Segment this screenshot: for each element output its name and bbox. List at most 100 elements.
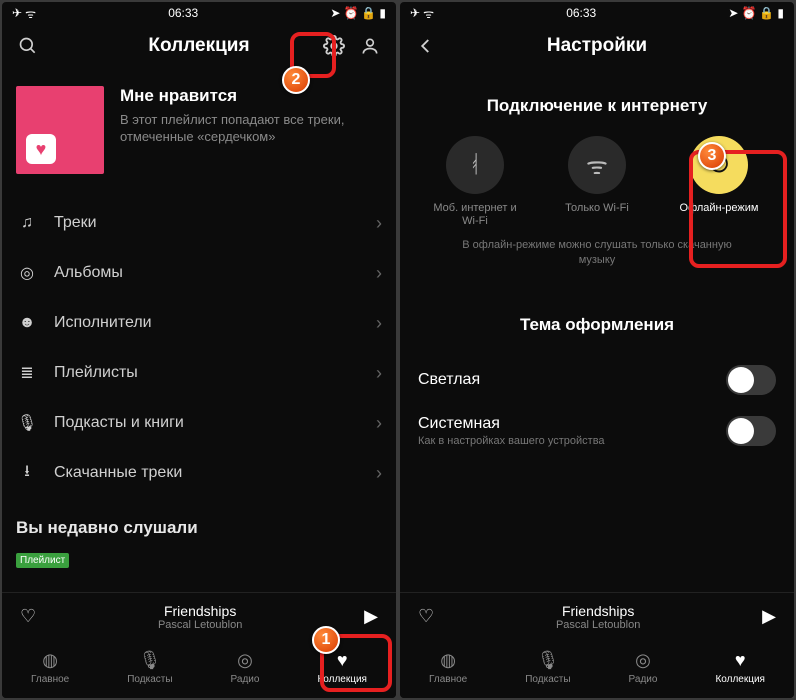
tab-icon: 🎙 bbox=[536, 650, 559, 672]
connection-icon: ⏻ bbox=[690, 136, 748, 194]
menu-item-подкасты-и-книги[interactable]: 🎙 Подкасты и книги › bbox=[16, 398, 382, 448]
likes-subtitle: В этот плейлист попадают все треки, отме… bbox=[120, 112, 360, 146]
menu-label: Исполнители bbox=[54, 314, 360, 332]
tab-bar: ◍ Главное 🎙 Подкасты ◎ Радио ♥ Коллекция bbox=[400, 640, 794, 698]
tab-icon: ◎ bbox=[237, 650, 253, 672]
tab-радио[interactable]: ◎ Радио bbox=[231, 650, 260, 685]
alarm-icon: ⏰ bbox=[741, 6, 756, 20]
tab-label: Коллекция bbox=[715, 674, 765, 685]
connection-icon: ᚮ bbox=[446, 136, 504, 194]
tab-коллекция[interactable]: ♥ Коллекция bbox=[715, 650, 765, 685]
connection-label: Моб. интернет и Wi-Fi bbox=[425, 202, 525, 228]
tab-label: Коллекция bbox=[317, 674, 367, 685]
theme-label: Светлая bbox=[418, 371, 480, 389]
wifi-icon: ᯤ bbox=[423, 5, 434, 22]
screen-settings: ✈ ᯤ 06:33 ➤ ⏰ 🔒 ▮ Настройки Подключение … bbox=[400, 2, 794, 698]
menu-item-плейлисты[interactable]: ≣ Плейлисты › bbox=[16, 348, 382, 398]
tab-label: Подкасты bbox=[127, 674, 172, 685]
heart-icon: ♥ bbox=[26, 134, 56, 164]
section-theme-title: Тема оформления bbox=[414, 315, 780, 335]
tab-icon: ♥ bbox=[735, 650, 746, 672]
battery-icon: ▮ bbox=[777, 6, 784, 20]
tab-icon: ◍ bbox=[440, 650, 456, 672]
np-like-button[interactable]: ♡ bbox=[418, 606, 434, 627]
back-button[interactable] bbox=[412, 32, 440, 60]
tab-icon: ♥ bbox=[337, 650, 348, 672]
theme-sub: Как в настройках вашего устройства bbox=[418, 435, 605, 447]
status-time: 06:33 bbox=[566, 6, 596, 20]
np-play-button[interactable]: ▶ bbox=[364, 606, 378, 627]
connection-option[interactable]: ᯤ Только Wi-Fi bbox=[547, 136, 647, 228]
screen-collection: ✈ ᯤ 06:33 ➤ ⏰ 🔒 ▮ Коллекция bbox=[2, 2, 396, 698]
page-title: Коллекция bbox=[148, 35, 249, 57]
theme-option[interactable]: Системная Как в настройках вашего устройс… bbox=[414, 405, 780, 457]
menu-icon: 🎙 bbox=[16, 413, 38, 433]
tab-icon: ◍ bbox=[42, 650, 58, 672]
wifi-icon: ᯤ bbox=[25, 5, 36, 22]
recent-title: Вы недавно слушали bbox=[16, 518, 382, 538]
likes-playlist-card[interactable]: ♥ Мне нравится В этот плейлист попадают … bbox=[16, 86, 382, 174]
menu-item-исполнители[interactable]: ☻ Исполнители › bbox=[16, 298, 382, 348]
connection-label: Офлайн-режим bbox=[680, 202, 759, 215]
tab-label: Главное bbox=[31, 674, 69, 685]
page-title: Настройки bbox=[547, 35, 647, 57]
chevron-right-icon: › bbox=[376, 263, 382, 284]
menu-label: Альбомы bbox=[54, 264, 360, 282]
np-play-button[interactable]: ▶ bbox=[762, 606, 776, 627]
np-artist: Pascal Letoublon bbox=[448, 619, 748, 631]
chevron-right-icon: › bbox=[376, 463, 382, 484]
settings-button[interactable] bbox=[320, 32, 348, 60]
status-time: 06:33 bbox=[168, 6, 198, 20]
battery-icon: ▮ bbox=[379, 6, 386, 20]
toggle-switch[interactable] bbox=[726, 365, 776, 395]
menu-icon: ☻ bbox=[16, 314, 38, 332]
header: Коллекция bbox=[2, 24, 396, 68]
chevron-right-icon: › bbox=[376, 363, 382, 384]
menu-item-альбомы[interactable]: ◎ Альбомы › bbox=[16, 248, 382, 298]
alarm-icon: ⏰ bbox=[343, 6, 358, 20]
menu-icon: ≣ bbox=[16, 363, 38, 383]
connection-label: Только Wi-Fi bbox=[565, 202, 629, 215]
tab-label: Подкасты bbox=[525, 674, 570, 685]
connection-option[interactable]: ⏻ Офлайн-режим bbox=[669, 136, 769, 228]
tab-label: Главное bbox=[429, 674, 467, 685]
np-artist: Pascal Letoublon bbox=[50, 619, 350, 631]
airplane-icon: ✈ bbox=[12, 6, 22, 20]
menu-label: Подкасты и книги bbox=[54, 414, 360, 432]
menu-item-скачанные-треки[interactable]: ⭳ Скачанные треки › bbox=[16, 448, 382, 498]
tab-icon: ◎ bbox=[635, 650, 651, 672]
recent-chip[interactable]: Плейлист bbox=[16, 553, 69, 568]
menu-label: Скачанные треки bbox=[54, 464, 360, 482]
tab-label: Радио bbox=[629, 674, 658, 685]
tab-подкасты[interactable]: 🎙 Подкасты bbox=[525, 650, 570, 685]
status-bar: ✈ ᯤ 06:33 ➤ ⏰ 🔒 ▮ bbox=[2, 2, 396, 24]
theme-option[interactable]: Светлая bbox=[414, 355, 780, 405]
status-bar: ✈ ᯤ 06:33 ➤ ⏰ 🔒 ▮ bbox=[400, 2, 794, 24]
now-playing-bar[interactable]: ♡ Friendships Pascal Letoublon ▶ bbox=[400, 592, 794, 640]
connection-option[interactable]: ᚮ Моб. интернет и Wi-Fi bbox=[425, 136, 525, 228]
tab-подкасты[interactable]: 🎙 Подкасты bbox=[127, 650, 172, 685]
likes-artwork: ♥ bbox=[16, 86, 104, 174]
theme-label: Системная bbox=[418, 415, 605, 433]
chevron-right-icon: › bbox=[376, 213, 382, 234]
lock-icon: 🔒 bbox=[361, 6, 376, 20]
tab-главное[interactable]: ◍ Главное bbox=[429, 650, 467, 685]
tab-bar: ◍ Главное 🎙 Подкасты ◎ Радио ♥ Коллекция bbox=[2, 640, 396, 698]
menu-label: Треки bbox=[54, 214, 360, 232]
tab-icon: 🎙 bbox=[138, 650, 161, 672]
now-playing-bar[interactable]: ♡ Friendships Pascal Letoublon ▶ bbox=[2, 592, 396, 640]
location-icon: ➤ bbox=[728, 6, 738, 20]
menu-icon: ♫ bbox=[16, 214, 38, 232]
tab-коллекция[interactable]: ♥ Коллекция bbox=[317, 650, 367, 685]
profile-button[interactable] bbox=[356, 32, 384, 60]
tab-главное[interactable]: ◍ Главное bbox=[31, 650, 69, 685]
search-button[interactable] bbox=[14, 32, 42, 60]
connection-note: В офлайн-режиме можно слушать только ска… bbox=[444, 238, 750, 267]
section-connection-title: Подключение к интернету bbox=[414, 96, 780, 116]
np-track: Friendships bbox=[448, 603, 748, 619]
menu-item-треки[interactable]: ♫ Треки › bbox=[16, 198, 382, 248]
chevron-right-icon: › bbox=[376, 413, 382, 434]
toggle-switch[interactable] bbox=[726, 416, 776, 446]
tab-радио[interactable]: ◎ Радио bbox=[629, 650, 658, 685]
np-like-button[interactable]: ♡ bbox=[20, 606, 36, 627]
